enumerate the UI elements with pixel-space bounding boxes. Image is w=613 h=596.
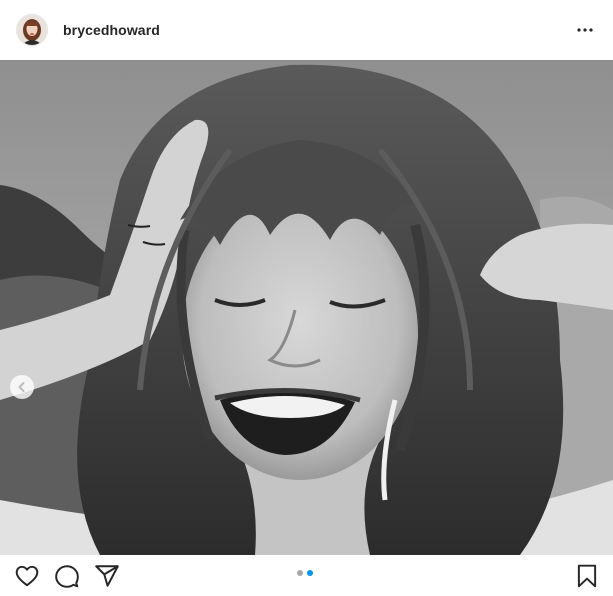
carousel-previous-button[interactable] [10, 375, 34, 399]
photo-image [0, 60, 613, 555]
username-link[interactable]: brycedhoward [63, 22, 160, 38]
paper-plane-icon [95, 565, 119, 587]
comment-button[interactable] [54, 563, 80, 589]
more-options-icon [577, 28, 593, 32]
avatar-image [17, 15, 47, 45]
heart-icon [15, 565, 39, 587]
post-photo[interactable] [0, 60, 613, 555]
carousel-dot [297, 570, 303, 576]
like-button[interactable] [14, 563, 40, 589]
chevron-left-icon [18, 382, 25, 392]
save-button[interactable] [574, 563, 600, 589]
comment-bubble-icon [55, 565, 79, 588]
more-options-button[interactable] [573, 18, 597, 42]
avatar[interactable] [16, 14, 48, 46]
instagram-post: brycedhoward [0, 0, 613, 596]
carousel-dot-active [307, 570, 313, 576]
bookmark-icon [577, 564, 597, 588]
post-header: brycedhoward [0, 0, 613, 60]
post-actions-bar [0, 555, 613, 596]
share-button[interactable] [94, 563, 120, 589]
carousel-indicator [297, 570, 313, 576]
